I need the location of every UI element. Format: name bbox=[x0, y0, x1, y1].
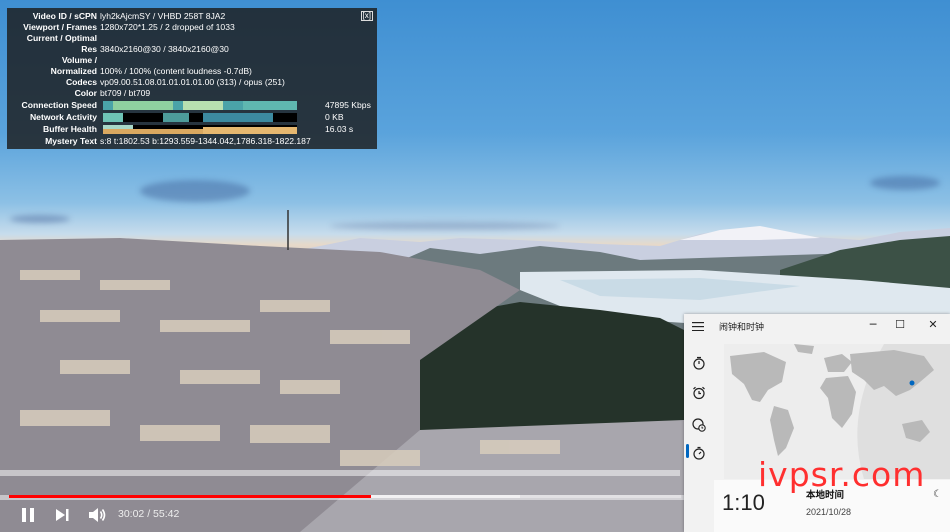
stats-label: Normalized bbox=[50, 66, 97, 76]
stats-row: Color bt709 / bt709 bbox=[7, 88, 377, 99]
world-clock-icon[interactable] bbox=[692, 418, 706, 432]
stats-label: Connection Speed bbox=[21, 100, 97, 110]
stats-row-network-activity: Network Activity 0 KB bbox=[7, 112, 377, 123]
stats-value: vp09.00.51.08.01.01.01.01.00 (313) / opu… bbox=[100, 77, 285, 87]
stats-value: 1280x720*1.25 / 2 dropped of 1033 bbox=[100, 22, 235, 32]
stats-row: Video ID / sCPN lyh2kAjcmSY / VHBD 258T … bbox=[7, 11, 377, 22]
maximize-button[interactable]: ☐ bbox=[891, 317, 909, 333]
stopwatch-icon[interactable] bbox=[692, 446, 706, 460]
alarm-icon[interactable] bbox=[692, 386, 706, 400]
stats-value: 0 KB bbox=[325, 112, 344, 122]
stats-row: Volume / bbox=[7, 55, 377, 66]
connection-speed-graph bbox=[103, 101, 297, 110]
stats-label: Network Activity bbox=[29, 112, 97, 122]
clock-app-window: 闹钟和时钟 ─ ☐ ✕ 1:10 本地时间 2021/10/28 ☾ bbox=[684, 314, 950, 532]
clock-sidebar bbox=[684, 346, 714, 532]
cloud bbox=[870, 176, 940, 190]
stats-row: Current / Optimal bbox=[7, 33, 377, 44]
volume-button[interactable] bbox=[87, 506, 107, 524]
player-controls: 30:02 / 55:42 bbox=[0, 488, 684, 532]
stats-value: bt709 / bt709 bbox=[100, 88, 151, 98]
stats-label: Volume / bbox=[61, 55, 97, 65]
clock-date: 2021/10/28 bbox=[806, 507, 852, 517]
watermark-logo: ivpsr.com bbox=[758, 455, 926, 494]
minimize-button[interactable]: ─ bbox=[864, 317, 882, 333]
stats-label: Codecs bbox=[65, 77, 97, 87]
progress-played bbox=[9, 495, 372, 498]
stats-label: Mystery Text bbox=[45, 136, 97, 146]
volume-icon bbox=[89, 508, 106, 522]
stats-value: s:8 t:1802.53 b:1293.559-1344.042,1786.3… bbox=[100, 136, 311, 146]
stats-label: Video ID / sCPN bbox=[32, 11, 97, 21]
stats-value: 3840x2160@30 / 3840x2160@30 bbox=[100, 44, 229, 54]
stats-label: Res bbox=[81, 44, 97, 54]
minimize-icon: ─ bbox=[869, 318, 877, 331]
stats-value: 47895 Kbps bbox=[325, 100, 371, 110]
timer-icon[interactable] bbox=[692, 356, 706, 370]
stats-value: 100% / 100% (content loudness -0.7dB) bbox=[100, 66, 252, 76]
stats-label: Color bbox=[74, 88, 97, 98]
stats-row-buffer-health: Buffer Health 16.03 s bbox=[7, 124, 377, 135]
stats-row-connection-speed: Connection Speed 47895 Kbps bbox=[7, 100, 377, 111]
skip-next-icon bbox=[56, 509, 69, 521]
stats-row: Viewport / Frames 1280x720*1.25 / 2 drop… bbox=[7, 22, 377, 33]
network-activity-graph bbox=[103, 113, 297, 122]
hamburger-menu-icon[interactable] bbox=[692, 322, 704, 331]
stats-label: Buffer Health bbox=[43, 124, 97, 134]
stats-row: Codecs vp09.00.51.08.01.01.01.01.00 (313… bbox=[7, 77, 377, 88]
stats-for-nerds-panel: [x] Video ID / sCPN lyh2kAjcmSY / VHBD 2… bbox=[7, 8, 377, 149]
buffer-health-graph bbox=[103, 125, 297, 134]
progress-bar[interactable] bbox=[9, 495, 681, 498]
close-button[interactable]: ✕ bbox=[924, 317, 942, 333]
stats-label: Current / Optimal bbox=[26, 33, 97, 43]
stats-label: Viewport / Frames bbox=[23, 22, 97, 32]
stats-value: lyh2kAjcmSY / VHBD 258T 8JA2 bbox=[100, 11, 226, 21]
stats-row: Res 3840x2160@30 / 3840x2160@30 bbox=[7, 44, 377, 55]
stats-value: 16.03 s bbox=[325, 124, 354, 134]
cloud bbox=[140, 180, 250, 202]
pause-icon bbox=[22, 508, 34, 522]
pause-button[interactable] bbox=[18, 506, 38, 524]
stats-row: Mystery Text s:8 t:1802.53 b:1293.559-13… bbox=[7, 136, 377, 147]
stats-row: Normalized 100% / 100% (content loudness… bbox=[7, 66, 377, 77]
time-display: 30:02 / 55:42 bbox=[118, 508, 180, 520]
moon-icon: ☾ bbox=[933, 489, 942, 500]
next-button[interactable] bbox=[52, 506, 72, 524]
close-icon: ✕ bbox=[928, 318, 938, 331]
maximize-icon: ☐ bbox=[895, 318, 905, 331]
window-title: 闹钟和时钟 bbox=[719, 323, 765, 333]
active-nav-indicator bbox=[686, 444, 689, 458]
